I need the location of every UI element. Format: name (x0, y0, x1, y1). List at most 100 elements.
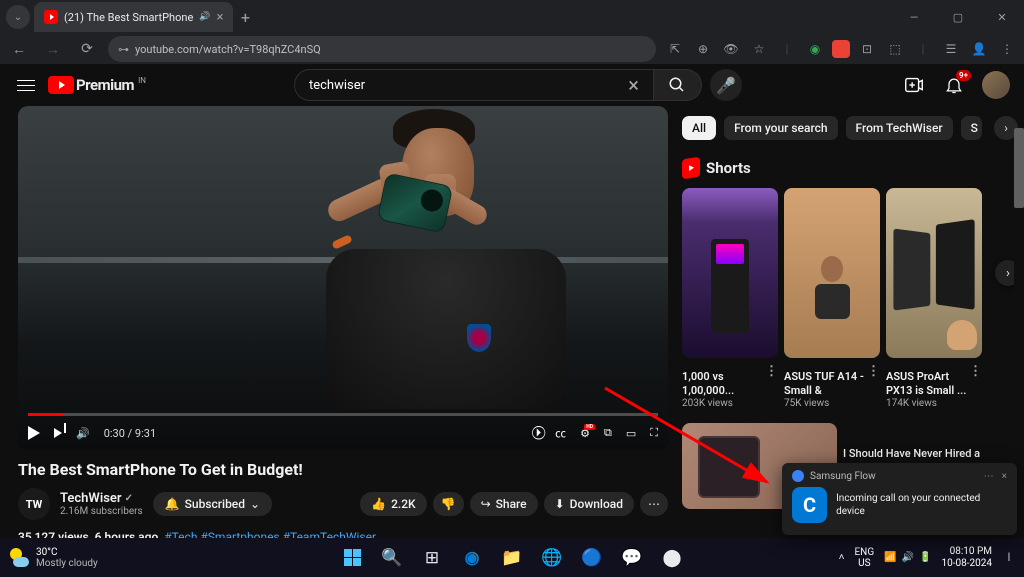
miniplayer-button[interactable]: ⧉ (604, 426, 612, 440)
player-controls: 🔊 0:30 / 9:31 ⏵⃝ ㏄ ⚙HD ⧉ ▭ ⛶ (18, 416, 668, 450)
app-button[interactable]: 💬 (614, 540, 650, 576)
download-icon: ⬇ (555, 497, 565, 511)
caller-app-icon: C (792, 487, 827, 523)
subscribe-button[interactable]: 🔔 Subscribed ⌄ (153, 492, 272, 516)
thumbs-down-icon: 👎 (441, 497, 456, 511)
short-menu-button[interactable]: ⋮ (765, 364, 778, 379)
notification-app-icon (792, 470, 804, 482)
weather-icon (8, 547, 30, 569)
forward-button[interactable]: → (40, 36, 66, 62)
weather-widget[interactable]: 30°C Mostly cloudy (8, 547, 98, 569)
create-button[interactable] (902, 73, 926, 97)
share-icon[interactable]: ⇱ (664, 38, 686, 60)
taskbar-search-button[interactable]: 🔍 (374, 540, 410, 576)
fullscreen-button[interactable]: ⛶ (650, 426, 658, 440)
start-button[interactable] (334, 540, 370, 576)
share-button[interactable]: ↪ Share (470, 492, 538, 516)
youtube-logo-icon (48, 76, 74, 94)
grammarly-icon[interactable]: ◉ (804, 38, 826, 60)
video-stats[interactable]: 35,127 views 6 hours ago #Tech #Smartpho… (18, 530, 668, 538)
language-indicator[interactable]: ENGUS (855, 547, 875, 569)
channel-avatar[interactable]: TW (18, 488, 50, 520)
maximize-button[interactable]: ▢ (936, 0, 980, 34)
edge-button[interactable]: 🌐 (534, 540, 570, 576)
chrome-button[interactable]: 🔵 (574, 540, 610, 576)
app-button-2[interactable]: ⬤ (654, 540, 690, 576)
dislike-button[interactable]: 👎 (433, 492, 464, 516)
page-scrollbar[interactable] (1014, 128, 1024, 499)
like-button[interactable]: 👍 2.2K (360, 492, 427, 516)
voice-search-button[interactable]: 🎤 (710, 69, 742, 101)
tray-overflow[interactable]: ˄ (839, 552, 845, 563)
short-item[interactable]: ASUS TUF A14 - Small & Mighty... 75K vie… (784, 188, 880, 409)
profile-icon[interactable]: 👤 (968, 38, 990, 60)
chip-from-search[interactable]: From your search (724, 116, 837, 140)
youtube-logo[interactable]: Premium IN (48, 76, 134, 94)
notification-settings-button[interactable]: ⋯ (984, 471, 994, 482)
volume-button[interactable]: 🔊 (76, 427, 90, 440)
tab-search-button[interactable]: ⌄ (6, 5, 30, 29)
short-title: 1,000 vs 1,00,000... (682, 370, 765, 398)
more-actions-button[interactable]: ⋯ (640, 492, 668, 516)
channel-info[interactable]: TechWiser✓ 2.16M subscribers (60, 491, 143, 517)
browser-tab[interactable]: (21) The Best SmartPhone 🔊 × (34, 2, 233, 32)
site-info-icon[interactable]: ⊶ (118, 43, 129, 56)
play-button[interactable] (28, 426, 40, 440)
short-item[interactable]: 1,000 vs 1,00,000... 203K views ⋮ (682, 188, 778, 409)
video-player[interactable]: 🔊 0:30 / 9:31 ⏵⃝ ㏄ ⚙HD ⧉ ▭ ⛶ (18, 106, 668, 450)
back-button[interactable]: ← (6, 36, 32, 62)
captions-button[interactable]: ㏄ (555, 425, 566, 441)
video-tags[interactable]: #Tech #Smartphones #TeamTechWiser (164, 530, 376, 538)
pip-icon[interactable]: ⊡ (856, 38, 878, 60)
chip-more[interactable]: S (961, 116, 982, 140)
minimize-button[interactable]: — (892, 0, 936, 34)
settings-button[interactable]: ⚙HD (580, 427, 590, 440)
guide-menu-button[interactable] (14, 73, 38, 97)
clear-search-button[interactable]: × (628, 73, 639, 97)
windows-taskbar: 30°C Mostly cloudy 🔍 ⊞ ◉ 📁 🌐 🔵 💬 ⬤ ˄ ENG… (0, 538, 1024, 577)
notification-center-button[interactable]: | (1002, 552, 1016, 563)
copilot-button[interactable]: ◉ (454, 540, 490, 576)
channel-row: TW TechWiser✓ 2.16M subscribers 🔔 Subscr… (18, 488, 668, 520)
reading-list-icon[interactable]: ☰ (940, 38, 962, 60)
zoom-icon[interactable]: ⊕ (692, 38, 714, 60)
task-view-button[interactable]: ⊞ (414, 540, 450, 576)
menu-icon[interactable]: ⋮ (996, 38, 1018, 60)
search-button[interactable] (654, 69, 702, 101)
short-title: ASUS TUF A14 - Small & Mighty... (784, 370, 867, 398)
explorer-button[interactable]: 📁 (494, 540, 530, 576)
clock[interactable]: 08:10 PM10-08-2024 (942, 546, 993, 570)
short-menu-button[interactable]: ⋮ (969, 364, 982, 379)
search-input[interactable]: techwiser × (294, 69, 654, 101)
extension-menu-icon[interactable]: ⬚ (884, 38, 906, 60)
youtube-header: Premium IN techwiser × 🎤 9+ (0, 64, 1024, 106)
windows-notification[interactable]: Samsung Flow ⋯ × C Incoming call on your… (782, 463, 1017, 535)
account-avatar[interactable] (982, 71, 1010, 99)
audio-playing-icon[interactable]: 🔊 (199, 12, 210, 22)
volume-icon: 🔊 (902, 552, 914, 563)
eye-off-icon[interactable]: 👁 (720, 38, 742, 60)
autoplay-toggle[interactable]: ⏵⃝ (536, 426, 542, 440)
chip-all[interactable]: All (682, 116, 716, 140)
notification-dismiss-button[interactable]: × (1002, 471, 1007, 482)
next-button[interactable] (54, 428, 62, 438)
chip-from-channel[interactable]: From TechWiser (846, 116, 953, 140)
tab-close-button[interactable]: × (217, 10, 224, 25)
notifications-button[interactable]: 9+ (942, 73, 966, 97)
bookmark-icon[interactable]: ☆ (748, 38, 770, 60)
close-window-button[interactable]: ✕ (980, 0, 1024, 34)
download-button[interactable]: ⬇ Download (544, 492, 634, 516)
new-tab-button[interactable]: + (233, 8, 257, 27)
pocket-icon[interactable] (832, 40, 850, 58)
notification-app-name: Samsung Flow (810, 471, 876, 482)
reload-button[interactable]: ⟳ (74, 36, 100, 62)
url-field[interactable]: ⊶ youtube.com/watch?v=T98qhZC4nSQ (108, 36, 656, 62)
theater-button[interactable]: ▭ (626, 427, 636, 440)
video-title: The Best SmartPhone To Get in Budget! (18, 460, 668, 479)
short-item[interactable]: ASUS ProArt PX13 is Small ... 174K views… (886, 188, 982, 409)
filter-chips: All From your search From TechWiser S › (682, 116, 1018, 140)
shorts-header: Shorts (682, 158, 1018, 178)
search-container: techwiser × 🎤 (294, 69, 742, 101)
short-menu-button[interactable]: ⋮ (867, 364, 880, 379)
network-volume-battery[interactable]: 📶 🔊 🔋 (884, 552, 931, 563)
